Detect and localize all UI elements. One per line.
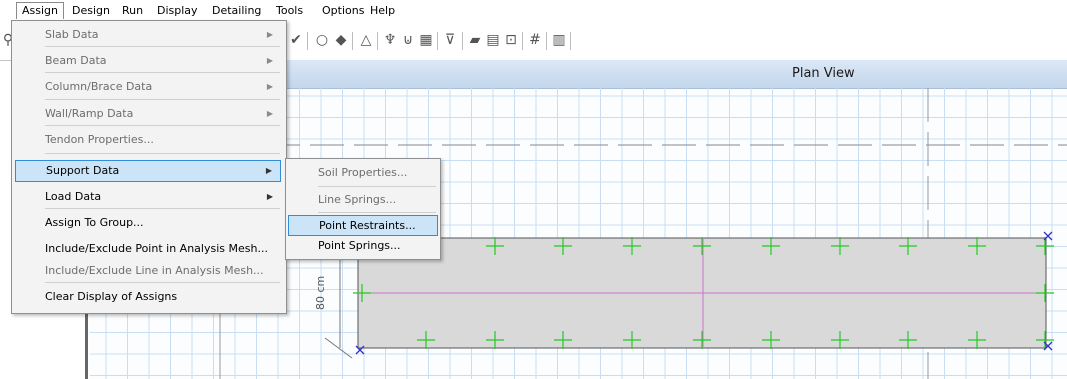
- submenu-arrow-icon: ▶: [266, 30, 273, 39]
- menu-item-wall-ramp-data[interactable]: Wall/Ramp Data ▶: [15, 103, 281, 125]
- menu-item-support-data[interactable]: Support Data ▶: [15, 160, 281, 182]
- dimension-label: 80 cm: [314, 276, 327, 310]
- menu-separator: [45, 125, 280, 126]
- submenu-arrow-icon: ▶: [266, 192, 273, 201]
- menu-item-label: Column/Brace Data: [45, 80, 153, 93]
- support-icon[interactable]: ◆: [333, 32, 349, 48]
- area-load-icon[interactable]: ▦: [418, 32, 434, 48]
- point-load-icon[interactable]: ♆: [382, 32, 398, 48]
- toolbar-separator: [570, 32, 571, 50]
- circle-icon[interactable]: ○: [314, 32, 330, 48]
- menu-item-label: Assign To Group...: [45, 216, 144, 229]
- load-icon[interactable]: ⊽: [442, 32, 458, 48]
- support-data-submenu: Soil Properties... Line Springs... Point R…: [285, 158, 441, 260]
- menu-detailing[interactable]: Detailing: [206, 3, 267, 19]
- menu-assign[interactable]: Assign: [16, 2, 64, 19]
- menu-separator: [45, 99, 280, 100]
- menu-item-label: Tendon Properties...: [45, 133, 154, 146]
- submenu-arrow-icon: ▶: [266, 56, 273, 65]
- select-icon[interactable]: ⊡: [503, 32, 519, 48]
- assign-menu: Slab Data ▶ Beam Data ▶ Column/Brace Data ▶ Wa…: [11, 20, 287, 314]
- submenu-item-point-restraints[interactable]: Point Restraints...: [288, 215, 438, 236]
- menu-separator: [45, 72, 280, 73]
- menu-tools[interactable]: Tools: [270, 3, 309, 19]
- eraser-icon[interactable]: ▰: [467, 32, 483, 48]
- menu-separator: [45, 282, 280, 283]
- toolbar-separator: [522, 32, 523, 50]
- design-icon[interactable]: ▤: [485, 32, 501, 48]
- menu-separator: [45, 46, 280, 47]
- menu-display[interactable]: Display: [151, 3, 204, 19]
- menu-run[interactable]: Run: [116, 3, 149, 19]
- menu-item-label: Wall/Ramp Data: [45, 107, 134, 120]
- menu-item-label: Clear Display of Assigns: [45, 290, 178, 303]
- view-title: Plan View: [792, 66, 855, 81]
- submenu-item-line-springs[interactable]: Line Springs...: [288, 189, 438, 210]
- menu-separator: [318, 212, 436, 213]
- submenu-arrow-icon: ▶: [266, 82, 273, 91]
- submenu-arrow-icon: ▶: [265, 166, 272, 175]
- submenu-arrow-icon: ▶: [266, 109, 273, 118]
- menu-item-label: Include/Exclude Line in Analysis Mesh...: [45, 264, 264, 277]
- line-load-icon[interactable]: ⊍: [400, 32, 416, 48]
- submenu-item-point-springs[interactable]: Point Springs...: [288, 235, 438, 256]
- toolbar-separator: [352, 32, 353, 50]
- toolbar-separator: [377, 32, 378, 50]
- triangle-icon[interactable]: △: [358, 32, 374, 48]
- menu-item-assign-to-group[interactable]: Assign To Group...: [15, 212, 281, 234]
- grid-icon[interactable]: #: [527, 32, 543, 48]
- menu-item-clear-display-of-assigns[interactable]: Clear Display of Assigns: [15, 286, 281, 308]
- menu-item-label: Load Data: [45, 190, 102, 203]
- menu-separator: [318, 186, 436, 187]
- menu-item-label: Support Data: [46, 164, 120, 177]
- menu-item-include-exclude-line-in-analysis-mesh[interactable]: Include/Exclude Line in Analysis Mesh...: [15, 260, 281, 282]
- menu-options[interactable]: Options: [316, 3, 370, 19]
- menu-separator: [45, 153, 280, 154]
- check-icon[interactable]: ✔: [288, 32, 304, 48]
- menu-separator: [45, 208, 280, 209]
- menu-item-label: Beam Data: [45, 54, 107, 67]
- submenu-item-label: Line Springs...: [318, 193, 397, 206]
- toolbar-separator: [462, 32, 463, 50]
- dimension-tick: [324, 337, 353, 359]
- menu-help[interactable]: Help: [364, 3, 401, 19]
- submenu-item-soil-properties[interactable]: Soil Properties...: [288, 162, 438, 183]
- table-icon[interactable]: ▥: [551, 32, 567, 48]
- toolbar-separator: [307, 32, 308, 50]
- menu-item-load-data[interactable]: Load Data ▶: [15, 186, 281, 208]
- submenu-item-label: Point Restraints...: [319, 219, 416, 232]
- menu-item-tendon-properties[interactable]: Tendon Properties...: [15, 129, 281, 151]
- menu-item-beam-data[interactable]: Beam Data ▶: [15, 50, 281, 72]
- menu-item-include-exclude-point-in-analysis-mesh[interactable]: Include/Exclude Point in Analysis Mesh..…: [15, 238, 281, 260]
- menu-item-label: Slab Data: [45, 28, 99, 41]
- toolbar-separator: [546, 32, 547, 50]
- submenu-item-label: Soil Properties...: [318, 166, 408, 179]
- menu-item-slab-data[interactable]: Slab Data ▶: [15, 24, 281, 46]
- submenu-item-label: Point Springs...: [318, 239, 401, 252]
- menu-design[interactable]: Design: [66, 3, 116, 19]
- menu-item-column-brace-data[interactable]: Column/Brace Data ▶: [15, 76, 281, 98]
- toolbar-separator: [437, 32, 438, 50]
- menu-item-label: Include/Exclude Point in Analysis Mesh..…: [45, 242, 268, 255]
- menu-bar: Assign Design Run Display Detailing Tool…: [0, 0, 1067, 20]
